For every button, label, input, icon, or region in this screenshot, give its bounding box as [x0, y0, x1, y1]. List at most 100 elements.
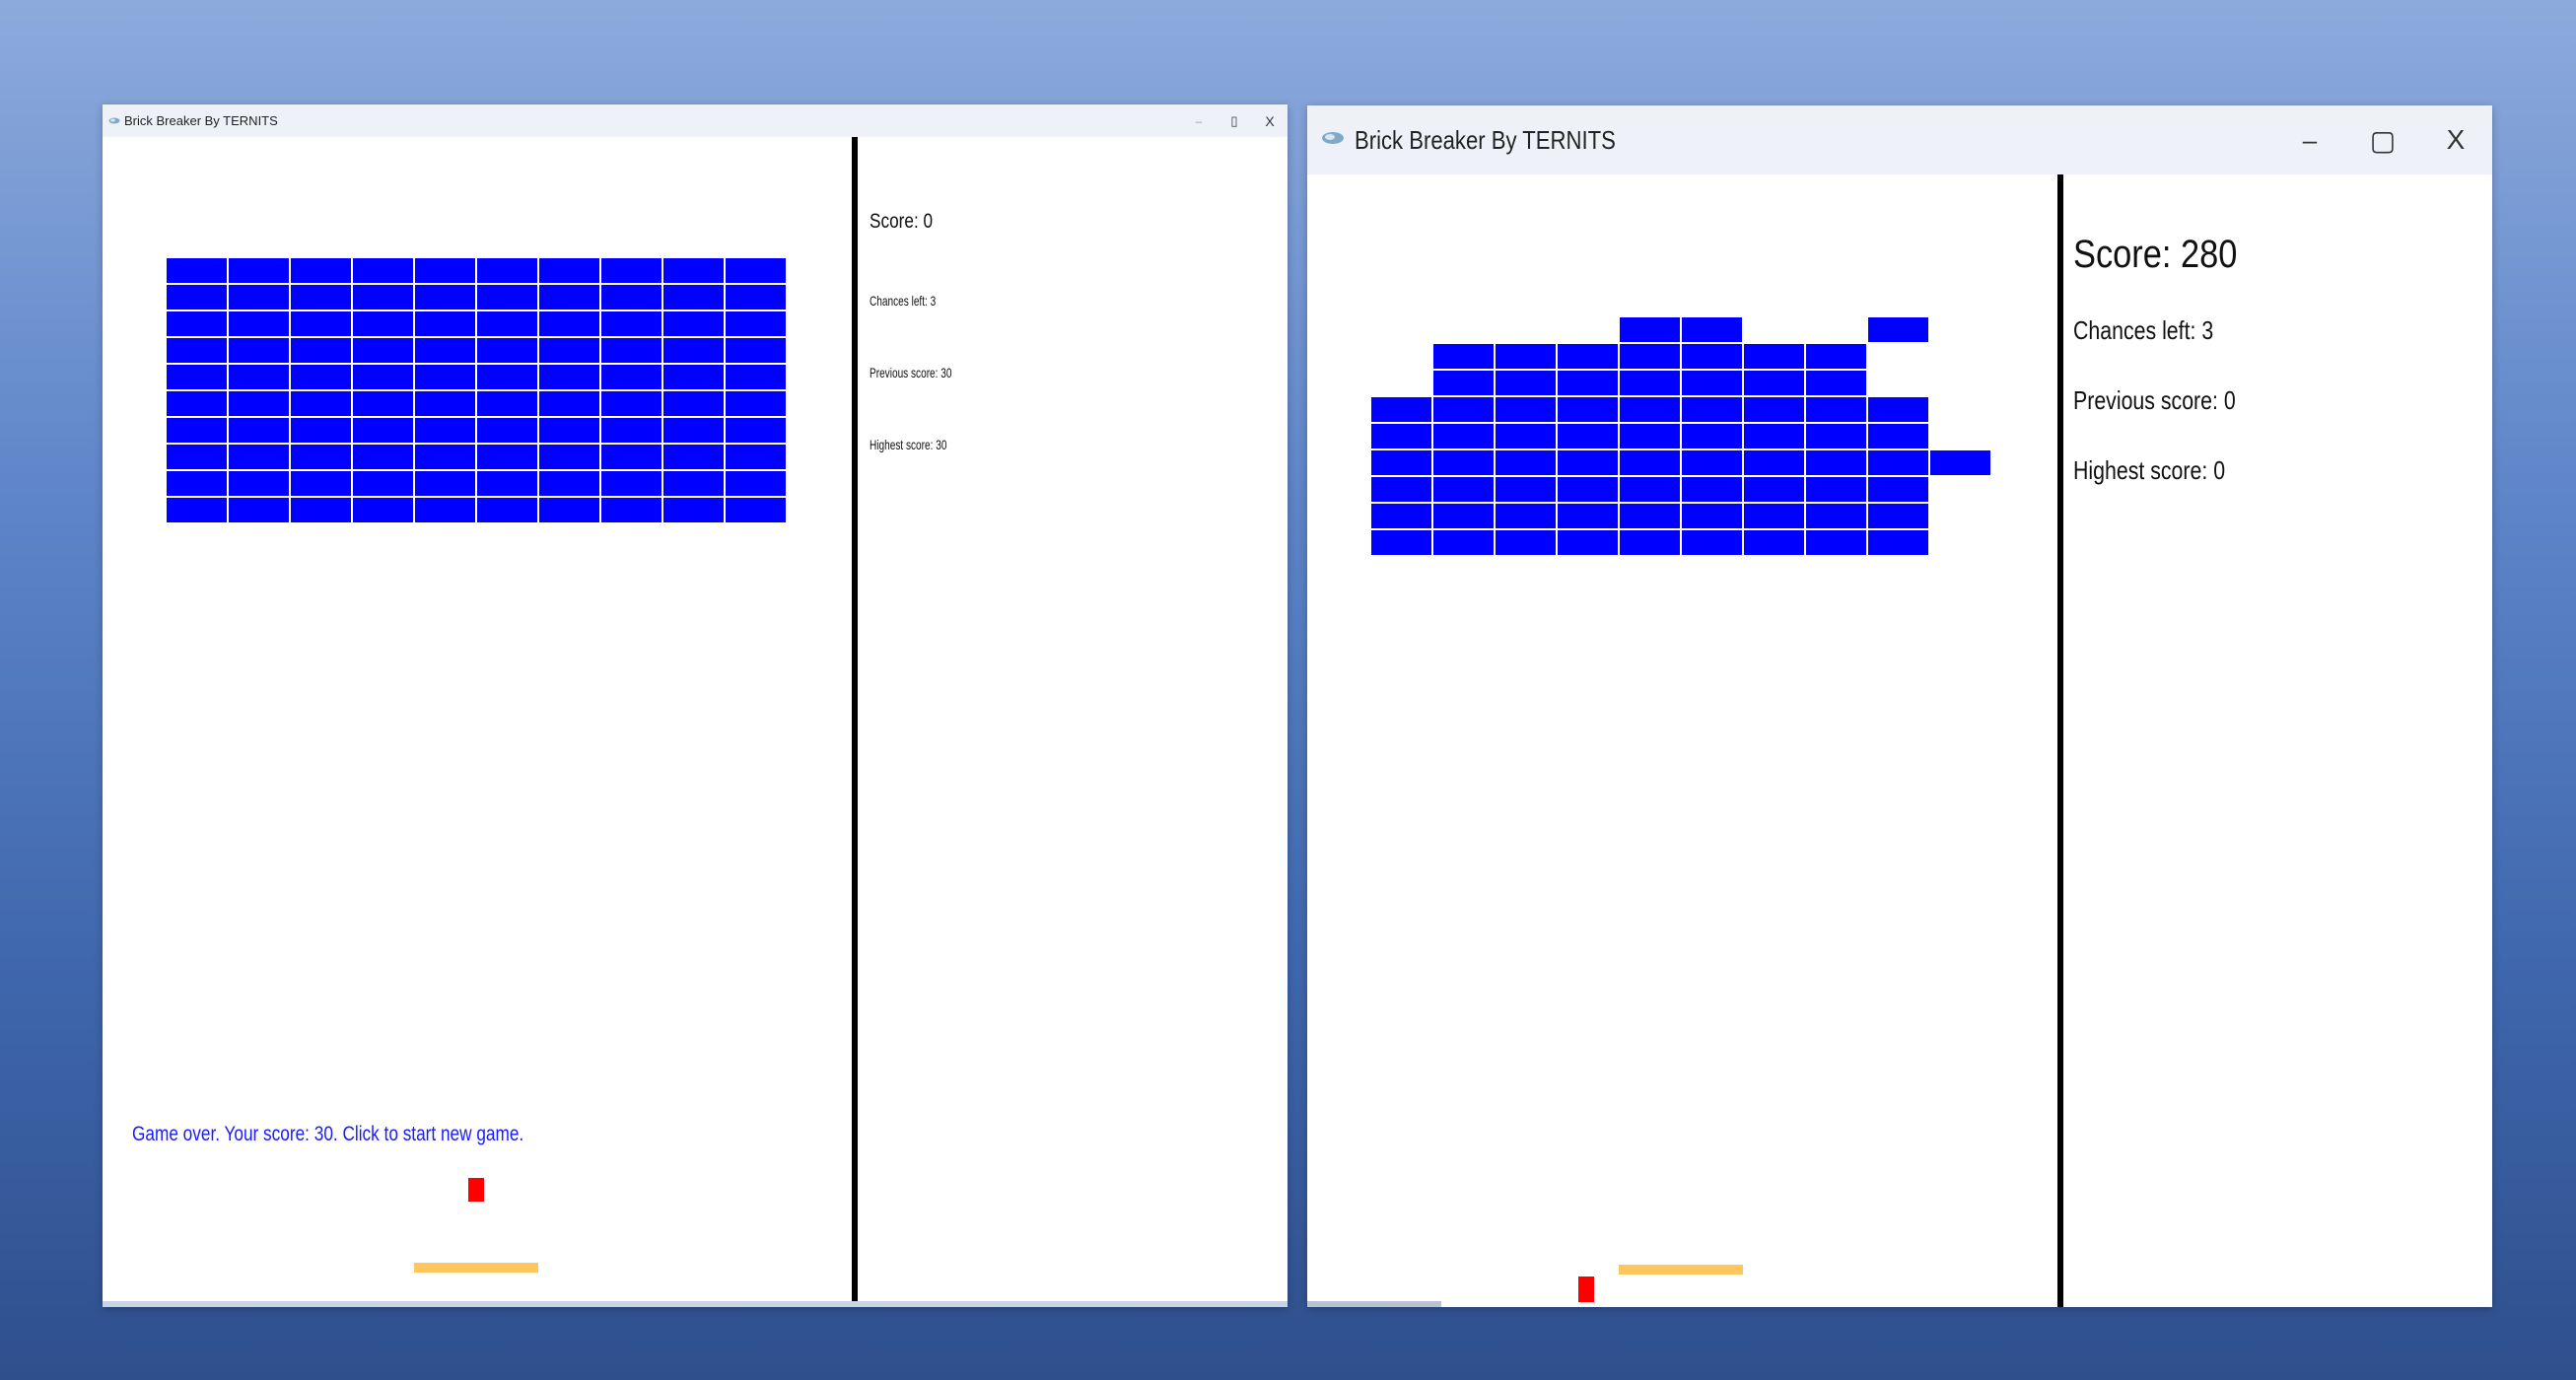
minimize-button[interactable]: –	[1181, 104, 1217, 137]
game-app-icon	[1321, 130, 1345, 151]
brick	[352, 390, 414, 417]
brick	[476, 310, 538, 337]
brick	[1432, 370, 1495, 396]
brick	[228, 444, 290, 470]
brick	[1557, 529, 1619, 556]
brick	[166, 417, 228, 444]
brick	[228, 390, 290, 417]
paddle[interactable]	[414, 1263, 538, 1273]
brick	[414, 470, 476, 497]
brick	[538, 257, 600, 284]
brick	[1805, 449, 1867, 476]
title-bar[interactable]: Brick Breaker By TERNITS – ▢ X	[1307, 105, 2492, 174]
game-window-left: Brick Breaker By TERNITS – ▯ X Game over…	[103, 104, 1288, 1307]
brick	[538, 417, 600, 444]
brick	[414, 417, 476, 444]
window-bottom-edge	[1307, 1301, 1441, 1307]
brick	[1619, 316, 1681, 343]
brick	[600, 417, 662, 444]
title-bar[interactable]: Brick Breaker By TERNITS – ▯ X	[103, 104, 1288, 137]
brick	[1805, 423, 1867, 449]
brick	[1432, 396, 1495, 423]
brick	[538, 337, 600, 364]
brick	[166, 364, 228, 390]
brick	[1867, 423, 1929, 449]
game-area[interactable]: Score: 280 Chances left: 3 Previous scor…	[1307, 174, 2492, 1307]
brick	[1743, 423, 1805, 449]
brick	[1495, 449, 1557, 476]
highest-score-label: Highest score: 30	[870, 437, 947, 452]
brick	[725, 257, 787, 284]
brick	[476, 470, 538, 497]
brick	[228, 470, 290, 497]
brick	[1743, 503, 1805, 529]
window-controls: – ▯ X	[1181, 104, 1288, 137]
brick	[538, 284, 600, 310]
brick	[600, 390, 662, 417]
brick	[1619, 396, 1681, 423]
brick	[1370, 503, 1432, 529]
brick	[1805, 529, 1867, 556]
brick	[476, 257, 538, 284]
brick	[1557, 423, 1619, 449]
brick	[662, 337, 725, 364]
brick	[290, 470, 352, 497]
brick	[1867, 316, 1929, 343]
brick	[1805, 476, 1867, 503]
brick	[662, 257, 725, 284]
brick	[538, 390, 600, 417]
close-button[interactable]: X	[2419, 105, 2492, 174]
brick	[228, 310, 290, 337]
brick	[352, 470, 414, 497]
brick	[662, 444, 725, 470]
stats-panel: Score: 0 Chances left: 3 Previous score:…	[858, 137, 1288, 1307]
brick	[662, 497, 725, 523]
play-field[interactable]	[1307, 174, 2057, 1307]
brick	[1495, 423, 1557, 449]
brick	[476, 444, 538, 470]
brick	[1619, 503, 1681, 529]
brick-grid	[166, 257, 787, 523]
brick	[1743, 449, 1805, 476]
chances-left-label: Chances left: 3	[870, 293, 937, 309]
game-app-icon	[108, 112, 120, 130]
brick	[1432, 529, 1495, 556]
brick	[600, 364, 662, 390]
brick	[538, 497, 600, 523]
brick	[1867, 476, 1929, 503]
brick	[1557, 370, 1619, 396]
brick	[290, 390, 352, 417]
close-button[interactable]: X	[1252, 104, 1288, 137]
brick	[352, 310, 414, 337]
brick	[290, 337, 352, 364]
score-label: Score: 0	[870, 210, 934, 233]
brick	[476, 284, 538, 310]
brick	[414, 390, 476, 417]
brick	[166, 497, 228, 523]
brick	[228, 284, 290, 310]
brick	[352, 337, 414, 364]
play-field[interactable]: Game over. Your score: 30. Click to star…	[103, 137, 852, 1307]
brick	[166, 337, 228, 364]
brick	[1619, 476, 1681, 503]
brick	[476, 497, 538, 523]
brick	[290, 444, 352, 470]
brick	[1370, 476, 1432, 503]
paddle[interactable]	[1619, 1265, 1743, 1275]
brick	[538, 470, 600, 497]
game-area[interactable]: Game over. Your score: 30. Click to star…	[103, 137, 1288, 1307]
brick	[228, 417, 290, 444]
brick	[1370, 529, 1432, 556]
brick	[1681, 343, 1743, 370]
brick	[1495, 503, 1557, 529]
window-controls: – ▢ X	[2273, 105, 2492, 174]
brick	[414, 364, 476, 390]
maximize-button[interactable]: ▯	[1217, 104, 1252, 137]
minimize-button[interactable]: –	[2273, 105, 2346, 174]
maximize-button[interactable]: ▢	[2346, 105, 2419, 174]
brick	[414, 284, 476, 310]
game-window-right: Brick Breaker By TERNITS – ▢ X Score: 28…	[1307, 105, 2492, 1307]
brick	[538, 364, 600, 390]
brick	[1743, 396, 1805, 423]
brick	[600, 444, 662, 470]
